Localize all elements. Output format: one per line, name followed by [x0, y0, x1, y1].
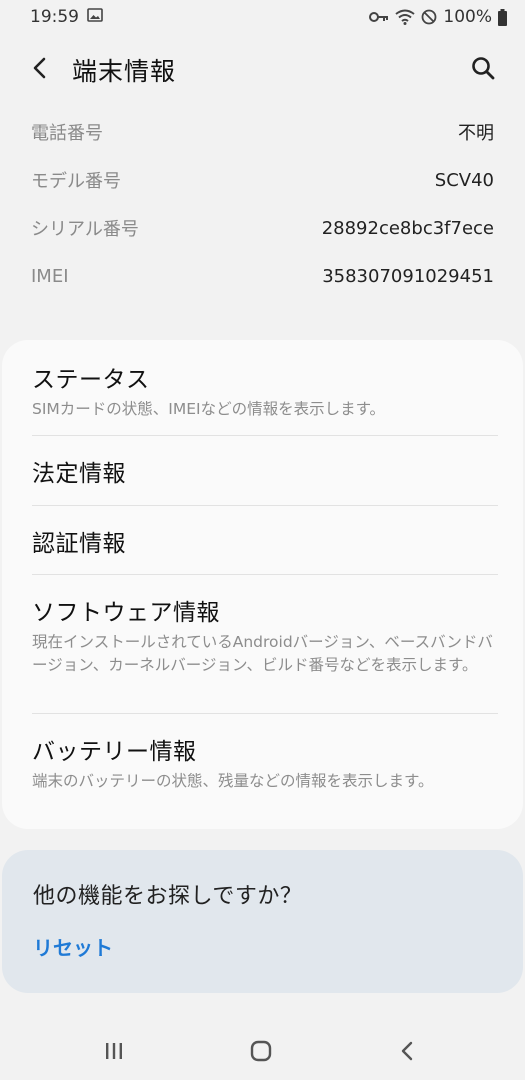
chevron-left-icon: [33, 57, 46, 79]
navigation-bar: [0, 1022, 525, 1080]
reset-link[interactable]: リセット: [33, 932, 113, 961]
search-icon: [472, 57, 495, 80]
nav-back-button[interactable]: [388, 1034, 428, 1068]
page-title: 端末情報: [72, 57, 177, 86]
info-label: シリアル番号: [31, 219, 139, 240]
suggestion-card: 他の機能をお探しですか？ リセット: [2, 850, 523, 993]
menu-item-certification-info[interactable]: 認証情報: [2, 524, 523, 558]
info-value: SCV40: [434, 169, 494, 191]
info-row-phone-number: 電話番号 不明: [0, 108, 525, 156]
suggestion-title: 他の機能をお探しですか？: [33, 884, 303, 909]
menu-item-title: ソフトウェア情報: [32, 600, 220, 626]
menu-item-software-info[interactable]: ソフトウェア情報 現在インストールされているAndroidバージョン、ベースバン…: [2, 593, 523, 677]
back-icon: [401, 1041, 413, 1061]
info-label: モデル番号: [31, 171, 121, 192]
image-icon: [87, 7, 103, 27]
menu-item-battery-info[interactable]: バッテリー情報 端末のバッテリーの状態、残量などの情報を表示します。: [2, 732, 523, 793]
search-button[interactable]: [465, 50, 501, 86]
info-value: 358307091029451: [322, 265, 494, 287]
info-label: 電話番号: [31, 123, 103, 144]
divider: [32, 574, 498, 575]
device-info-list: 電話番号 不明 モデル番号 SCV40 シリアル番号 28892ce8bc3f7…: [0, 108, 525, 300]
battery-icon: [498, 8, 507, 26]
recent-apps-icon: [106, 1043, 122, 1059]
info-row-serial-number: シリアル番号 28892ce8bc3f7ece: [0, 204, 525, 252]
info-row-model-number: モデル番号 SCV40: [0, 156, 525, 204]
app-bar: 端末情報: [0, 40, 525, 96]
status-time: 19:59: [30, 7, 79, 27]
recent-apps-button[interactable]: [94, 1034, 134, 1068]
info-value: 28892ce8bc3f7ece: [321, 217, 494, 239]
info-label: IMEI: [31, 265, 69, 287]
do-not-disturb-icon: [421, 9, 437, 25]
info-value: 不明: [458, 123, 494, 144]
battery-percent: 100%: [443, 7, 492, 27]
wifi-icon: [395, 9, 416, 25]
menu-item-title: ステータス: [32, 367, 150, 393]
key-icon: [369, 11, 389, 23]
home-button[interactable]: [241, 1034, 281, 1068]
divider: [32, 713, 498, 714]
menu-card: ステータス SIMカードの状態、IMEIなどの情報を表示します。 法定情報 認証…: [2, 340, 523, 829]
menu-item-title: バッテリー情報: [32, 739, 197, 765]
menu-item-description: 端末のバッテリーの状態、残量などの情報を表示します。: [32, 772, 434, 790]
status-right: 100%: [369, 7, 507, 27]
screen: 19:59 100% 端末情報 電話番号 不明 モデル番号 SCV40 シリアル…: [0, 0, 525, 1080]
menu-item-description: 現在インストールされているAndroidバージョン、ベースバンドバージョン、カー…: [32, 633, 493, 674]
menu-item-description: SIMカードの状態、IMEIなどの情報を表示します。: [32, 400, 386, 418]
divider: [32, 505, 498, 506]
back-button[interactable]: [22, 50, 58, 86]
info-row-imei: IMEI 358307091029451: [0, 252, 525, 300]
status-bar: 19:59 100%: [0, 0, 525, 34]
menu-item-status[interactable]: ステータス SIMカードの状態、IMEIなどの情報を表示します。: [2, 360, 523, 421]
status-left: 19:59: [30, 7, 103, 27]
menu-item-title: 認証情報: [32, 531, 126, 557]
menu-item-legal-info[interactable]: 法定情報: [2, 454, 523, 488]
home-icon: [250, 1040, 272, 1062]
divider: [32, 435, 498, 436]
menu-item-title: 法定情報: [32, 461, 126, 487]
